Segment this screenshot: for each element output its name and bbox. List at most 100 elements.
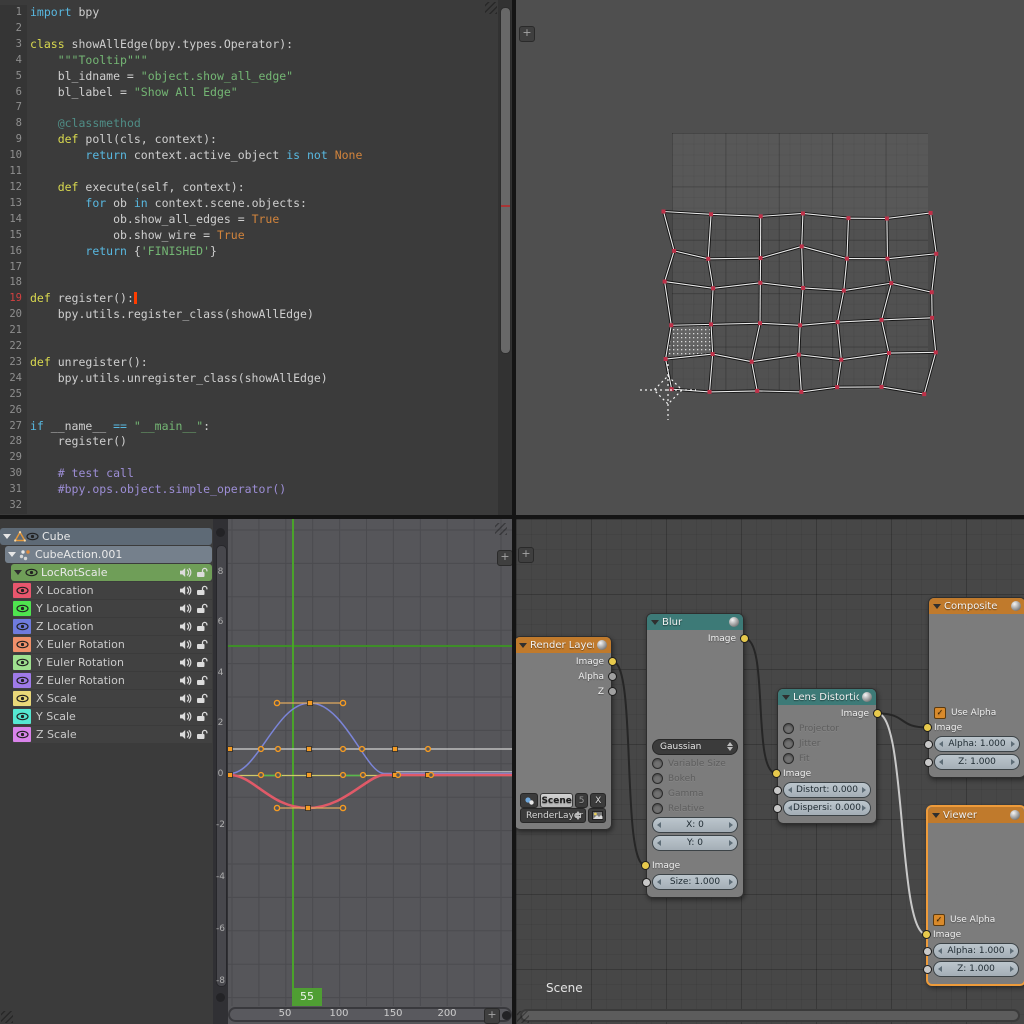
- mesh-face[interactable]: [887, 213, 936, 259]
- graph-editor-area[interactable]: CubeCubeAction.001LocRotScale X Location…: [0, 519, 512, 1024]
- mesh-vertex[interactable]: [930, 290, 934, 294]
- lock-icon[interactable]: [196, 657, 208, 668]
- code-line[interactable]: 12 def execute(self, context):: [0, 180, 512, 196]
- channel-z-euler-rotation[interactable]: Z Euler Rotation: [13, 672, 212, 689]
- mesh-vertex[interactable]: [797, 353, 801, 357]
- lock-icon[interactable]: [196, 567, 208, 578]
- mesh-face[interactable]: [708, 214, 760, 259]
- mesh-vertex[interactable]: [709, 322, 713, 326]
- graph-hscroll-thumb[interactable]: [230, 1009, 510, 1020]
- text-editor-scrollbar-thumb[interactable]: [500, 7, 511, 354]
- area-corner-grip[interactable]: [495, 523, 507, 535]
- mesh-vertex[interactable]: [759, 256, 763, 260]
- mute-speaker-icon[interactable]: [179, 657, 192, 668]
- code-line[interactable]: 19 def register():: [0, 291, 512, 307]
- code-line[interactable]: 16 return {'FINISHED'}: [0, 244, 512, 260]
- code-line[interactable]: 10 return context.active_object is not N…: [0, 148, 512, 164]
- eye-icon[interactable]: [26, 531, 39, 542]
- channel-y-euler-rotation[interactable]: Y Euler Rotation: [13, 654, 212, 671]
- mesh-vertex[interactable]: [836, 320, 840, 324]
- current-frame-badge[interactable]: 55: [292, 988, 322, 1006]
- code-line[interactable]: 9 def poll(cls, context):: [0, 132, 512, 148]
- code-line[interactable]: 15 ob.show_wire = True: [0, 228, 512, 244]
- mesh-vertex[interactable]: [842, 289, 846, 293]
- lock-icon[interactable]: [196, 693, 208, 704]
- browse-scene-icon[interactable]: [520, 793, 538, 808]
- channel-header-cubeaction-001[interactable]: CubeAction.001: [5, 546, 212, 563]
- channel-x-location[interactable]: X Location: [13, 582, 212, 599]
- node-blur[interactable]: Blur Image Gaussian Variable Size Bokeh …: [646, 613, 744, 898]
- eye-icon[interactable]: [16, 711, 29, 722]
- scrollbar-zoom-dot[interactable]: [216, 528, 225, 537]
- lock-icon[interactable]: [196, 729, 208, 740]
- mesh-vertex[interactable]: [663, 280, 667, 284]
- disclosure-triangle-icon[interactable]: [3, 534, 11, 539]
- mesh-vertex[interactable]: [709, 212, 713, 216]
- input-socket[interactable]: [773, 804, 782, 813]
- scrollbar-zoom-dot[interactable]: [502, 1011, 511, 1020]
- mesh-vertex[interactable]: [750, 360, 754, 364]
- code-line[interactable]: 8 @classmethod: [0, 116, 512, 132]
- code-line[interactable]: 30 # test call: [0, 466, 512, 482]
- mesh-vertex[interactable]: [799, 390, 803, 394]
- checkbox-variable-size[interactable]: Variable Size: [652, 757, 738, 770]
- checked-icon[interactable]: ✓: [934, 707, 946, 719]
- mesh-vertex[interactable]: [845, 257, 849, 261]
- checkbox-circle-icon[interactable]: [783, 738, 794, 749]
- mesh-vertex[interactable]: [930, 316, 934, 320]
- checkbox-relative[interactable]: Relative: [652, 802, 738, 815]
- lock-icon[interactable]: [196, 585, 208, 596]
- expand-region-button[interactable]: +: [497, 550, 512, 566]
- input-socket[interactable]: [923, 947, 932, 956]
- text-editor-area[interactable]: 1 import bpy 2 3 class showAllEdge(bpy.t…: [0, 0, 512, 515]
- output-socket[interactable]: [873, 709, 882, 718]
- slider-y[interactable]: Y: 0: [652, 835, 738, 851]
- mesh-vertex[interactable]: [801, 286, 805, 290]
- mesh-vertex[interactable]: [711, 352, 715, 356]
- render-layer-row[interactable]: RenderLayer: [520, 809, 606, 822]
- scene-name-button[interactable]: Scene: [540, 793, 572, 808]
- area-corner-grip[interactable]: [1, 1011, 13, 1023]
- node-header[interactable]: Blur: [647, 614, 743, 630]
- mesh-vertex[interactable]: [885, 257, 889, 261]
- mesh-vertex[interactable]: [835, 385, 839, 389]
- slider-dispersi[interactable]: Dispersi: 0.000: [783, 800, 871, 816]
- mesh-vertex[interactable]: [711, 286, 715, 290]
- scrollbar-zoom-dot[interactable]: [216, 993, 225, 1002]
- code-line[interactable]: 26: [0, 403, 512, 419]
- collapse-triangle-icon[interactable]: [933, 604, 941, 609]
- input-socket[interactable]: [642, 878, 651, 887]
- node-header[interactable]: Lens Distortion: [778, 689, 876, 705]
- code-line[interactable]: 29: [0, 450, 512, 466]
- code-line[interactable]: 6 bl_label = "Show All Edge": [0, 85, 512, 101]
- disclosure-triangle-icon[interactable]: [8, 552, 16, 557]
- render-icon[interactable]: [588, 808, 606, 823]
- code-line[interactable]: 28 register(): [0, 434, 512, 450]
- area-corner-grip[interactable]: [485, 2, 497, 14]
- checkbox-use-alpha[interactable]: ✓Use Alpha: [933, 913, 1019, 926]
- collapse-triangle-icon[interactable]: [782, 695, 790, 700]
- code-line[interactable]: 27 if __name__ == "__main__":: [0, 419, 512, 435]
- node-editor-area[interactable]: Render Layers Image Alpha Z Scene 5 X Re…: [516, 519, 1024, 1024]
- mesh-vertex[interactable]: [800, 244, 804, 248]
- edit-mesh[interactable]: [516, 0, 1024, 515]
- fcurve-view[interactable]: [228, 519, 512, 1024]
- mesh-vertex[interactable]: [880, 318, 884, 322]
- slider-alpha[interactable]: Alpha: 1.000: [934, 736, 1020, 752]
- channel-y-location[interactable]: Y Location: [13, 600, 212, 617]
- expand-region-button[interactable]: +: [519, 26, 535, 42]
- collapse-triangle-icon[interactable]: [519, 643, 527, 648]
- eye-icon[interactable]: [16, 585, 29, 596]
- mesh-vertex[interactable]: [708, 390, 712, 394]
- input-socket[interactable]: [922, 930, 931, 939]
- input-socket[interactable]: [772, 769, 781, 778]
- code-line[interactable]: 3 class showAllEdge(bpy.types.Operator):: [0, 37, 512, 53]
- disclosure-triangle-icon[interactable]: [14, 570, 22, 575]
- checkbox-projector[interactable]: Projector: [783, 722, 871, 735]
- code-line[interactable]: 4 """Tooltip""": [0, 53, 512, 69]
- user-count-button[interactable]: 5: [575, 793, 589, 808]
- checkbox-circle-icon[interactable]: [652, 773, 663, 784]
- node-hscroll-thumb[interactable]: [522, 1011, 1018, 1020]
- node-header[interactable]: Viewer: [928, 807, 1024, 823]
- slider-x[interactable]: X: 0: [652, 817, 738, 833]
